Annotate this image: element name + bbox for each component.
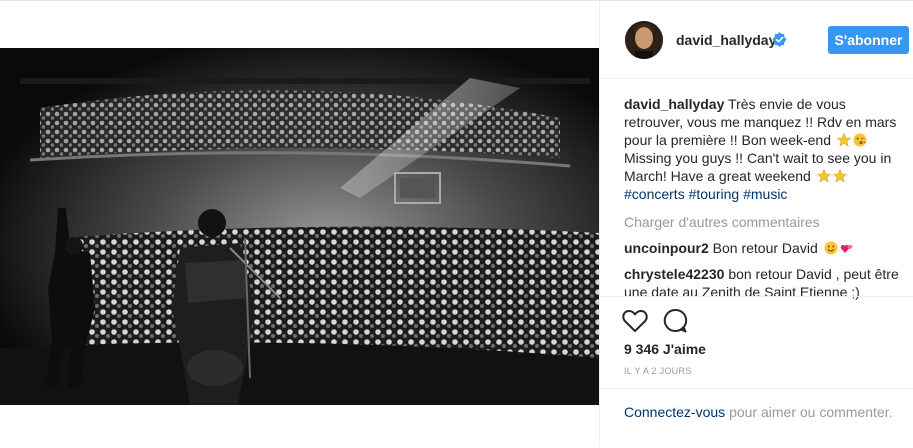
- post-photo-concert[interactable]: [0, 48, 599, 405]
- follow-button[interactable]: S'abonner: [828, 26, 909, 54]
- hashtag-link[interactable]: #music: [743, 186, 787, 202]
- post-sidebar: david_hallyday S'abonner david_hallyday …: [599, 1, 913, 447]
- star-emoji-icon: [832, 169, 847, 183]
- avatar-image: [625, 21, 663, 59]
- post-actions: [600, 296, 913, 333]
- comment-username[interactable]: uncoinpour2: [624, 240, 709, 256]
- concert-photo-image: [0, 48, 599, 405]
- login-prompt-rest: pour aimer ou commenter.: [729, 404, 893, 420]
- comment-username[interactable]: chrystele42230: [624, 266, 724, 282]
- header-username[interactable]: david_hallyday: [676, 32, 776, 48]
- comment-item: uncoinpour2 Bon retour David: [624, 239, 904, 257]
- comment-text: Bon retour David: [712, 240, 818, 256]
- star-emoji-icon: [816, 169, 831, 183]
- kissing-face-emoji-icon: [853, 133, 867, 147]
- two-hearts-emoji-icon: [840, 244, 853, 253]
- likes-count[interactable]: 9 346 J'aime: [624, 341, 706, 357]
- heart-outline-icon[interactable]: [622, 309, 648, 333]
- avatar[interactable]: [625, 21, 663, 59]
- post-caption: david_hallyday Très envie de vous retrou…: [624, 95, 904, 203]
- caption-text-en: Missing you guys !! Can't wait to see yo…: [624, 150, 892, 184]
- load-more-comments-link[interactable]: Charger d'autres commentaires: [624, 213, 904, 231]
- hashtag-link[interactable]: #concerts: [624, 186, 685, 202]
- instagram-post: david_hallyday S'abonner david_hallyday …: [0, 0, 913, 447]
- post-header: david_hallyday S'abonner: [600, 1, 913, 79]
- verified-badge-icon: [772, 32, 787, 47]
- hashtag-link[interactable]: #touring: [689, 186, 740, 202]
- comments-list: david_hallyday Très envie de vous retrou…: [624, 95, 904, 301]
- caption-hashtags: #concerts #touring #music: [624, 186, 787, 202]
- login-prompt-text: Connectez-vous pour aimer ou commenter.: [624, 403, 894, 421]
- star-emoji-icon: [836, 133, 851, 147]
- post-timestamp: IL Y A 2 JOURS: [624, 366, 692, 376]
- login-link[interactable]: Connectez-vous: [624, 404, 725, 420]
- speech-bubble-icon[interactable]: [662, 308, 688, 334]
- login-prompt: Connectez-vous pour aimer ou commenter.: [600, 388, 913, 448]
- smiling-face-emoji-icon: [824, 241, 838, 255]
- caption-username[interactable]: david_hallyday: [624, 96, 724, 112]
